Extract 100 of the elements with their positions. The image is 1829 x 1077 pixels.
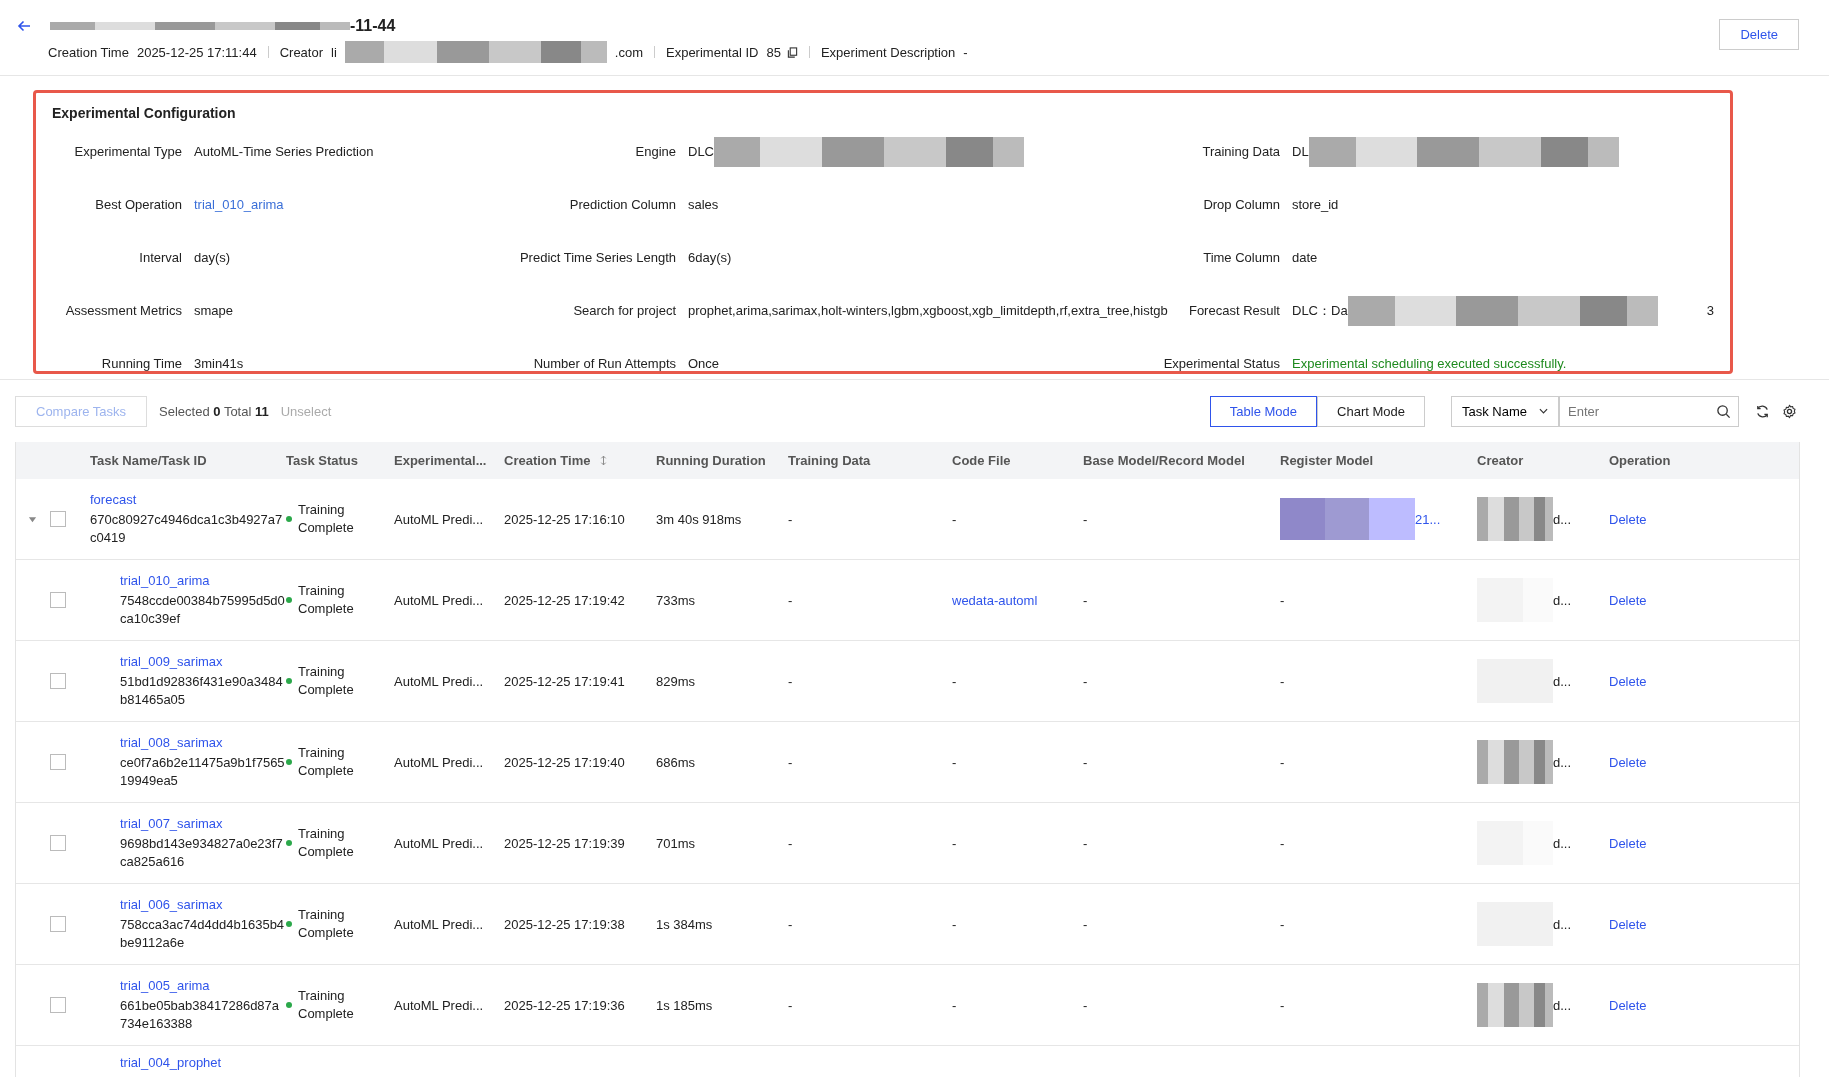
settings-icon[interactable] [1782,403,1797,419]
delete-link[interactable]: Delete [1609,673,1647,689]
field-label: Search for project [572,303,676,318]
task-name-link[interactable]: trial_006_sarimax [120,896,286,914]
field-value: day(s) [194,250,231,265]
table-cell: 829ms [656,673,696,689]
row-checkbox[interactable] [50,916,66,932]
column-header: Task Name/Task ID [90,453,207,468]
task-id: 9698bd143e934827a0e23f7ca825a616 [120,835,284,871]
status-text: Training Complete [298,987,355,1023]
task-name-link[interactable]: trial_010_arima [120,572,286,590]
field-label: Experimental Status [1162,356,1280,371]
refresh-icon[interactable] [1755,403,1770,419]
row-checkbox[interactable] [50,754,66,770]
delete-link[interactable]: Delete [1609,997,1647,1013]
table-cell: - [1280,592,1285,608]
section-title: Experimental Configuration [52,105,237,121]
table-cell: 2025-12-25 17:16:10 [504,511,625,527]
field-value: Once [688,356,720,371]
delete-link[interactable]: Delete [1609,835,1647,851]
chevron-down-icon[interactable] [1539,408,1548,414]
status-text: Training Complete [298,906,355,942]
task-name-link[interactable]: trial_005_arima [120,977,286,995]
field-label: Interval [138,250,182,265]
table-cell: 686ms [656,754,696,770]
table-cell: - [1083,511,1088,527]
table-cell: - [1083,835,1088,851]
field-label: Experimental Type [73,144,182,159]
task-id: 7548ccde00384b75995d5d0ca10c39ef [120,592,286,628]
field-value: DLC：Da [1292,301,1348,320]
task-name-link[interactable]: trial_008_sarimax [120,734,286,752]
task-name-link[interactable]: forecast [90,491,286,509]
meta-value: - [963,44,968,60]
copy-icon[interactable] [786,46,798,58]
delete-link[interactable]: Delete [1609,592,1647,608]
mode-tab[interactable]: Chart Mode [1317,395,1425,427]
row-checkbox[interactable] [50,835,66,851]
row-checkbox[interactable] [50,673,66,689]
table-cell: - [788,997,793,1013]
status-text: Training Complete [298,582,355,618]
expand-caret-icon[interactable] [28,514,37,524]
table-cell: 2025-12-25 17:19:39 [504,835,625,851]
table-cell: 2025-12-25 17:19:38 [504,916,625,932]
table-cell: - [1280,673,1285,689]
field-link[interactable]: trial_010_arima [194,197,284,212]
field-value: 6day(s) [688,250,732,265]
table-cell: - [1280,997,1285,1013]
field-value: sales [688,197,719,212]
page-title: -11-44 [350,17,396,35]
search-icon[interactable] [1716,403,1731,419]
delete-link[interactable]: Delete [1609,916,1647,932]
code-file-link[interactable]: wedata-automl [952,592,1038,608]
field-label: Number of Run Attempts [532,356,676,371]
table-cell: - [952,673,957,689]
delete-link[interactable]: Delete [1609,511,1647,527]
task-name-link[interactable]: trial_007_sarimax [120,815,286,833]
field-label: Engine [634,144,676,159]
task-id: ce0f7a6b2e11475a9b1f756519949ea5 [120,754,286,790]
table-cell: AutoML Predi... [394,916,484,932]
row-checkbox[interactable] [50,592,66,608]
status-text: Experimental scheduling executed successfully. [1292,356,1567,371]
search-type-dropdown[interactable]: Task Name [1450,395,1559,427]
table-cell: AutoML Predi... [394,511,484,527]
meta-label: Experimental ID [666,44,759,60]
table-cell: - [1083,592,1088,608]
table-cell: d... [1553,592,1572,608]
table-cell: - [952,916,957,932]
field-label: Predict Time Series Length [518,250,676,265]
delete-button[interactable]: Delete [1719,19,1799,50]
sort-icon[interactable] [600,455,608,466]
meta-label: Creator [279,44,324,60]
field-label: Training Data [1201,144,1280,159]
table-cell: 2025-12-25 17:19:40 [504,754,625,770]
field-value: 3min41s [194,356,244,371]
back-arrow-icon[interactable] [16,18,32,34]
status-text: Training Complete [298,744,355,780]
task-name-link[interactable]: trial_009_sarimax [120,653,286,671]
status-text: Training Complete [298,663,355,699]
column-header: Experimental... [394,453,487,468]
table-cell: - [788,511,793,527]
table-cell: - [788,835,793,851]
status-text: Training Complete [298,825,355,861]
column-header: Register Model [1280,453,1374,468]
row-checkbox[interactable] [50,511,66,527]
delete-link[interactable]: Delete [1609,754,1647,770]
task-name-link[interactable]: trial_004_prophet [120,1054,286,1072]
table-cell: 2025-12-25 17:19:36 [504,997,625,1013]
search-field[interactable]: Enter [1559,395,1739,427]
row-checkbox[interactable] [50,997,66,1013]
mode-tab[interactable]: Table Mode [1209,395,1318,427]
table-cell: - [1280,916,1285,932]
field-label: Running Time [100,356,182,371]
table-cell: d... [1553,916,1572,932]
table-cell: 701ms [656,835,696,851]
model-link[interactable]: 21... [1415,511,1441,527]
table-cell: d... [1553,754,1572,770]
meta-label: Experiment Description [820,44,956,60]
column-header: Code File [952,453,1011,468]
column-header: Running Duration [656,453,766,468]
column-header: Creation Time [504,453,591,468]
